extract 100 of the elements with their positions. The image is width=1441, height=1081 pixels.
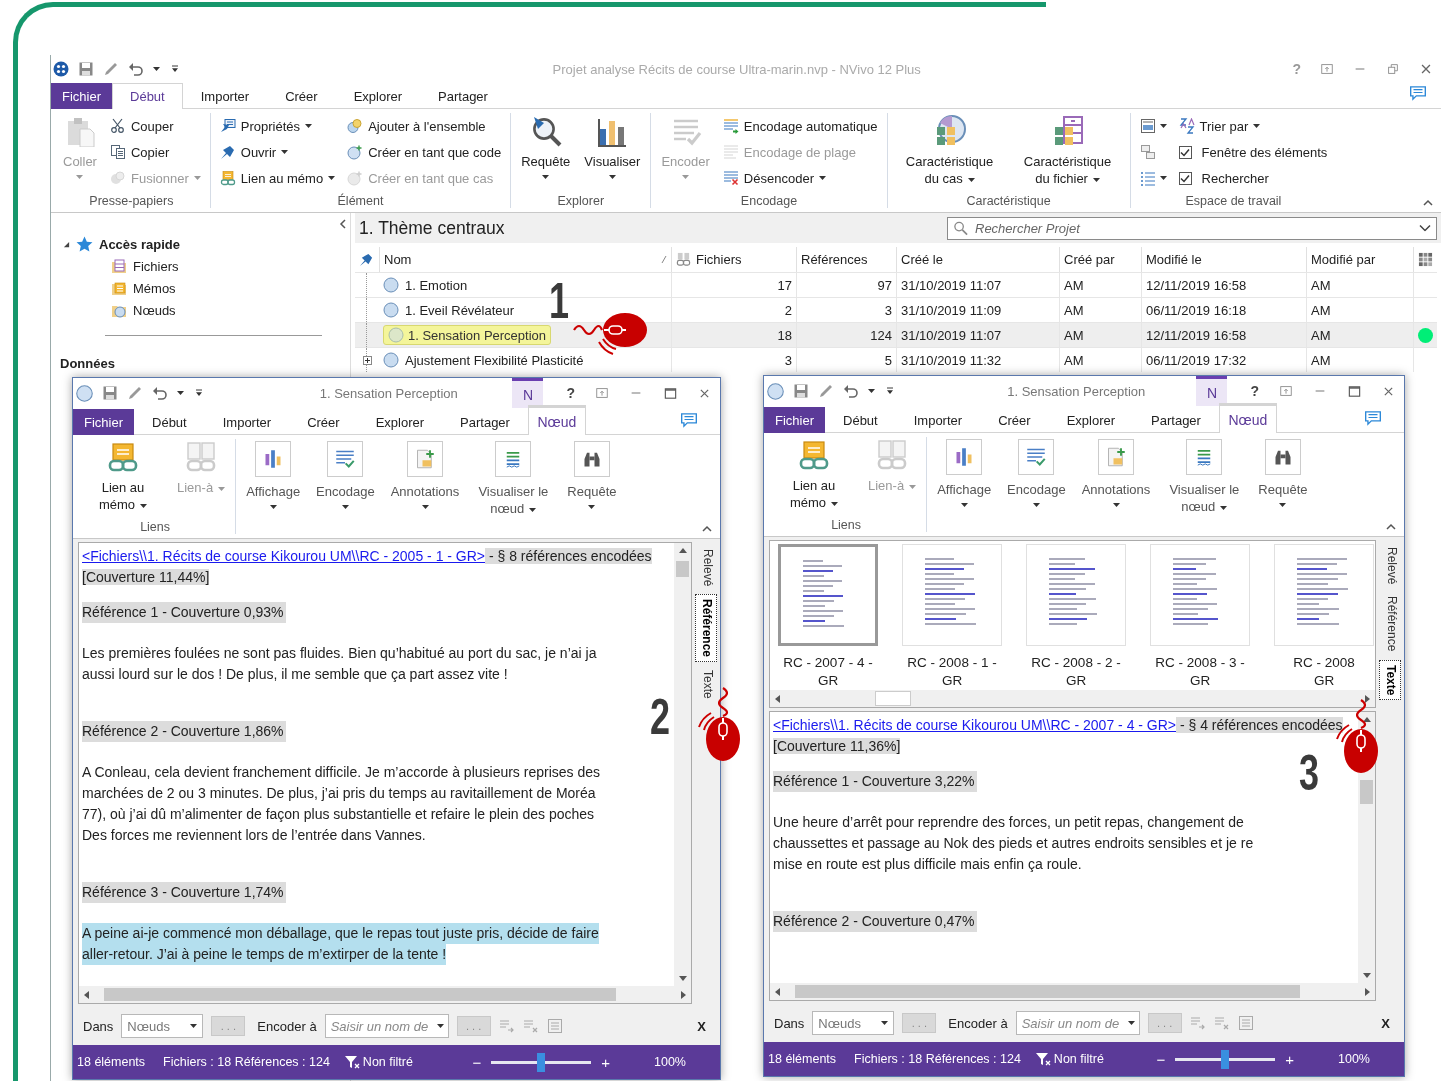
column-header[interactable]: Créé le [896, 247, 1059, 272]
ribbon-tab[interactable]: Partager [1133, 407, 1219, 433]
ribbon-button[interactable]: Lien au mémo [772, 437, 856, 513]
filter-button[interactable]: Non filtré [1034, 1051, 1104, 1067]
code-name-field[interactable]: Saisir un nom de [1015, 1011, 1140, 1035]
help-button[interactable]: ? [566, 385, 575, 401]
ribbon-tab[interactable]: Créer [289, 409, 358, 435]
node-name[interactable]: Ajustement Flexibilité Plasticité [405, 352, 584, 368]
checkbox[interactable]: Fenêtre des éléments [1175, 139, 1331, 165]
nav-item[interactable]: Nœuds [133, 302, 176, 318]
ribbon-button[interactable]: Désencoder [719, 165, 881, 191]
side-tab[interactable]: Texte [1379, 659, 1401, 701]
selected-node[interactable]: 1. Sensation Perception [383, 325, 552, 345]
ribbon-tab[interactable]: Importer [895, 407, 981, 433]
ribbon-tab[interactable]: Début [112, 83, 183, 109]
page-thumbnail[interactable] [778, 544, 878, 646]
side-tab[interactable]: Relevé [1379, 543, 1401, 589]
ribbon-tab[interactable]: Partager [420, 83, 506, 109]
scrollbar-thumb[interactable] [795, 985, 1300, 998]
ribbon-button[interactable]: Lien au mémo [216, 165, 339, 191]
vertical-scrollbar[interactable] [674, 543, 691, 986]
ribbon-button[interactable]: Visualiser le nœud [471, 439, 556, 519]
scrollbar-thumb[interactable] [875, 691, 911, 706]
ribbon-button[interactable]: Requête [1254, 437, 1312, 509]
ribbon-button[interactable]: Annotations [386, 439, 464, 511]
search-field[interactable]: Rechercher Projet [947, 216, 1437, 240]
side-tab[interactable]: Relevé [695, 545, 717, 591]
side-tab[interactable]: Référence [1379, 592, 1401, 656]
nav-item[interactable]: Mémos [133, 280, 176, 296]
ribbon-button[interactable]: Requête [517, 113, 575, 181]
ribbon-tab[interactable]: Importer [204, 409, 290, 435]
horizontal-scrollbar[interactable] [79, 986, 691, 1003]
horizontal-scrollbar[interactable] [770, 690, 1375, 707]
ribbon-tab[interactable]: Explorer [1048, 407, 1134, 433]
checkbox[interactable]: Rechercher [1175, 165, 1331, 191]
ribbon-button[interactable]: Ouvrir [216, 139, 339, 165]
ribbon-button[interactable]: Visualiser le nœud [1162, 437, 1247, 517]
ribbon-button[interactable]: Encodage [312, 439, 379, 511]
node-name[interactable]: 1. Eveil Révélateur [405, 302, 515, 318]
column-header[interactable]: Références [796, 247, 896, 272]
node-circle-icon [767, 382, 784, 400]
ribbon-tab[interactable]: Début [825, 407, 896, 433]
ribbon-tab[interactable]: Créer [267, 83, 336, 109]
ribbon-tab[interactable]: Importer [182, 83, 268, 109]
nav-heading[interactable]: Accès rapide [99, 236, 180, 252]
code-list-icon [1237, 1015, 1254, 1031]
document-link[interactable]: <Fichiers\\1. Récits de course Kikourou UM\\RC - 2007 - 4 - GR> [773, 717, 1177, 733]
ribbon-tab[interactable]: Créer [980, 407, 1049, 433]
help-button[interactable]: ? [1250, 383, 1259, 399]
side-tab[interactable]: Texte [695, 666, 717, 704]
ribbon-button[interactable]: Créer en tant que code [344, 139, 505, 165]
document-link[interactable]: <Fichiers\\1. Récits de course Kikourou UM\\RC - 2005 - 1 - GR> [82, 548, 486, 564]
column-header[interactable]: Modifié par [1306, 247, 1413, 272]
column-header[interactable]: Modifié le [1141, 247, 1306, 272]
code-name-field[interactable]: Saisir un nom de [324, 1014, 449, 1038]
file-tab[interactable]: Fichier [51, 83, 112, 109]
column-header[interactable]: Créé par [1059, 247, 1141, 272]
ribbon-tab[interactable]: Partager [442, 409, 528, 435]
ribbon-tab[interactable]: Nœud [1218, 403, 1277, 433]
ribbon-button[interactable]: Affichage [933, 437, 996, 509]
node-name[interactable]: 1. Emotion [405, 277, 468, 293]
ribbon-button[interactable]: Encodage [1003, 437, 1070, 509]
ribbon-button[interactable]: Caractéristique du cas [893, 113, 1006, 189]
ribbon-button[interactable]: Encodage automatique [719, 113, 881, 139]
zoom-in-button[interactable]: + [1285, 1050, 1294, 1068]
nav-item[interactable]: Fichiers [133, 258, 179, 274]
zoom-out-button[interactable]: − [472, 1053, 482, 1071]
ribbon-tab[interactable]: Explorer [357, 409, 443, 435]
scrollbar-thumb[interactable] [104, 988, 616, 1001]
ribbon-button[interactable]: Propriétés [216, 113, 339, 139]
file-tab[interactable]: Fichier [764, 407, 825, 433]
ribbon-tab[interactable]: Début [134, 409, 205, 435]
close-button[interactable]: X [1381, 1015, 1396, 1031]
close-button[interactable]: X [697, 1018, 712, 1034]
filter-button[interactable]: Non filtré [343, 1054, 413, 1070]
zoom-out-button[interactable]: − [1156, 1050, 1166, 1068]
slider-thumb[interactable] [1221, 1049, 1230, 1069]
column-header[interactable]: Fichiers [671, 247, 796, 272]
dropdown-field[interactable]: Nœuds [812, 1011, 895, 1035]
ribbon-button[interactable]: Annotations [1077, 437, 1155, 509]
ribbon-tab[interactable]: Nœud [527, 405, 586, 435]
slider-thumb[interactable] [537, 1052, 546, 1072]
scrollbar-thumb[interactable] [1360, 780, 1373, 804]
horizontal-scrollbar[interactable] [770, 983, 1375, 1000]
ribbon-button[interactable]: Trier par [1175, 113, 1331, 139]
zoom-in-button[interactable]: + [601, 1053, 610, 1071]
ribbon-button[interactable]: Requête [563, 439, 621, 511]
scrollbar-thumb[interactable] [676, 561, 689, 577]
column-header[interactable]: Nom [379, 247, 671, 272]
dropdown-field[interactable]: Nœuds [121, 1014, 204, 1038]
ribbon-button[interactable]: Couper [106, 113, 204, 139]
ribbon-button[interactable]: Affichage [242, 439, 305, 511]
ribbon-button[interactable]: Visualiser [580, 113, 645, 181]
ribbon-button[interactable]: Copier [106, 139, 204, 165]
ribbon-button[interactable]: Ajouter à l'ensemble [344, 113, 505, 139]
file-tab[interactable]: Fichier [73, 409, 134, 435]
ribbon-tab[interactable]: Explorer [335, 83, 421, 109]
side-tab[interactable]: Référence [695, 594, 717, 663]
ribbon-button[interactable]: Lien au mémo [81, 439, 165, 515]
ribbon-button[interactable]: Caractéristique du fichier [1011, 113, 1124, 189]
